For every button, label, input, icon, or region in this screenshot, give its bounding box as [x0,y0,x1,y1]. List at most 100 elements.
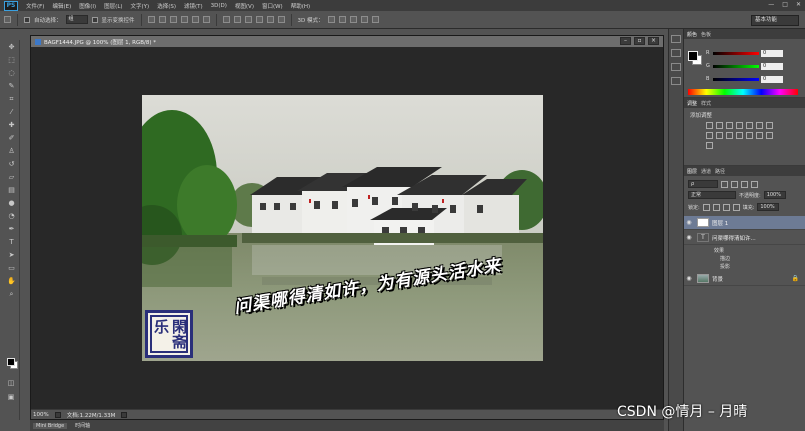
menu-layer[interactable]: 图层(L) [100,2,126,10]
layer-row-background[interactable]: ◉ 背景 🔒 [684,272,805,286]
canvas-image[interactable]: 乐 閑斋 问渠哪得清如许，为有源头活水来 [142,95,543,361]
menu-view[interactable]: 视图(V) [231,2,258,10]
menu-edit[interactable]: 编辑(E) [48,2,75,10]
paragraph-panel-icon[interactable] [671,77,681,85]
doc-minimize-button[interactable]: – [620,37,631,45]
fill-input[interactable]: 100% [757,203,780,211]
green-value-input[interactable]: 0 [761,62,783,70]
gradient-map-icon[interactable] [766,132,773,139]
panel-foreground-swatch[interactable] [688,51,698,61]
levels-icon[interactable] [716,122,723,129]
align-vcenter-icon[interactable] [158,16,166,23]
rotate-3d-icon[interactable] [327,16,335,23]
screen-mode-icon[interactable]: ▣ [6,392,16,402]
brush-tool-icon[interactable]: ✐ [7,133,17,143]
filter-type-icon[interactable] [741,180,748,188]
show-transform-checkbox[interactable] [91,16,98,23]
crop-tool-icon[interactable]: ⌗ [7,94,17,104]
channel-mixer-icon[interactable] [726,132,733,139]
status-menu-icon[interactable] [54,411,61,418]
menu-window[interactable]: 窗口(W) [258,2,287,10]
tab-adjustments[interactable]: 调整 [687,100,697,107]
auto-select-checkbox[interactable] [24,16,30,23]
history-brush-tool-icon[interactable]: ↺ [7,159,17,169]
lasso-tool-icon[interactable]: ◌ [7,68,17,78]
menu-3d[interactable]: 3D(D) [207,3,231,9]
visibility-eye-icon[interactable]: ◉ [684,275,694,282]
scale-3d-icon[interactable] [371,16,379,23]
status-expand-icon[interactable] [121,411,128,418]
menu-file[interactable]: 文件(F) [22,2,48,10]
red-value-input[interactable]: 0 [761,49,783,57]
document-tab[interactable]: BAGF1444.JPG @ 100% (图层 1, RGB/8) * – ▫ … [31,36,663,47]
tab-paths[interactable]: 路径 [715,168,725,175]
shape-tool-icon[interactable]: ▭ [7,263,17,273]
align-right-icon[interactable] [202,16,210,23]
distribute-left-icon[interactable] [255,16,263,23]
move-tool-preset-icon[interactable] [4,16,11,23]
color-spectrum-bar[interactable] [688,89,798,95]
properties-panel-icon[interactable] [671,49,681,57]
clone-stamp-tool-icon[interactable]: ♙ [7,146,17,156]
menu-type[interactable]: 文字(Y) [127,2,154,10]
align-bottom-icon[interactable] [169,16,177,23]
layer-filter-dropdown[interactable]: ρ [688,180,718,188]
foreground-color-swatch[interactable] [7,358,15,366]
eraser-tool-icon[interactable]: ▱ [7,172,17,182]
tab-swatches[interactable]: 色板 [701,31,711,38]
align-top-icon[interactable] [147,16,155,23]
gradient-tool-icon[interactable]: ▤ [7,185,17,195]
distribute-vcenter-icon[interactable] [233,16,241,23]
visibility-eye-icon[interactable]: ◉ [684,219,694,226]
distribute-top-icon[interactable] [222,16,230,23]
vibrance-icon[interactable] [746,122,753,129]
type-tool-icon[interactable]: T [7,237,17,247]
blur-tool-icon[interactable]: ● [7,198,17,208]
color-balance-icon[interactable] [766,122,773,129]
path-select-tool-icon[interactable]: ➤ [7,250,17,260]
hand-tool-icon[interactable]: ✋ [7,276,17,286]
move-tool-icon[interactable]: ✥ [7,42,17,52]
layer-row-layer1[interactable]: ◉ 图层 1 [684,216,805,230]
tab-timeline[interactable]: 时间轴 [75,422,90,429]
lock-transparent-icon[interactable] [702,203,710,211]
black-white-icon[interactable] [706,132,713,139]
tab-channels[interactable]: 通道 [701,168,711,175]
opacity-input[interactable]: 100% [763,191,786,199]
menu-select[interactable]: 选择(S) [153,2,180,10]
menu-filter[interactable]: 滤镜(T) [180,2,207,10]
workspace-switcher[interactable]: 基本功能 [751,15,799,26]
red-slider[interactable] [713,51,759,55]
green-slider[interactable] [713,64,759,68]
eyedropper-tool-icon[interactable]: ⁄ [7,107,17,117]
tab-styles[interactable]: 样式 [701,100,711,107]
tab-color[interactable]: 颜色 [687,31,697,38]
effect-drop-shadow[interactable]: 投影 [720,263,730,270]
invert-icon[interactable] [736,132,743,139]
visibility-eye-icon[interactable]: ◉ [684,234,694,241]
marquee-tool-icon[interactable]: ⬚ [7,55,17,65]
menu-help[interactable]: 帮助(H) [287,2,314,10]
distribute-right-icon[interactable] [277,16,285,23]
minimize-button[interactable]: — [768,1,774,8]
pen-tool-icon[interactable]: ✒ [7,224,17,234]
distribute-hcenter-icon[interactable] [266,16,274,23]
blue-value-input[interactable]: 0 [761,75,783,83]
tab-mini-bridge[interactable]: Mini Bridge [33,422,68,429]
doc-restore-button[interactable]: ▫ [634,37,645,45]
layer-row-text[interactable]: ◉ T 问渠哪得清如许... [684,231,805,245]
character-panel-icon[interactable] [671,63,681,71]
drag-3d-icon[interactable] [349,16,357,23]
effect-stroke[interactable]: 描边 [720,255,730,262]
dodge-tool-icon[interactable]: ◔ [7,211,17,221]
zoom-tool-icon[interactable]: ⌕ [7,289,17,299]
align-left-icon[interactable] [180,16,188,23]
photo-filter-icon[interactable] [716,132,723,139]
hue-saturation-icon[interactable] [756,122,763,129]
filter-adjustment-icon[interactable] [731,180,738,188]
quick-mask-icon[interactable]: ◫ [6,378,16,388]
filter-pixel-icon[interactable] [721,180,728,188]
lock-position-icon[interactable] [722,203,730,211]
posterize-icon[interactable] [746,132,753,139]
tab-layers[interactable]: 图层 [687,168,697,175]
